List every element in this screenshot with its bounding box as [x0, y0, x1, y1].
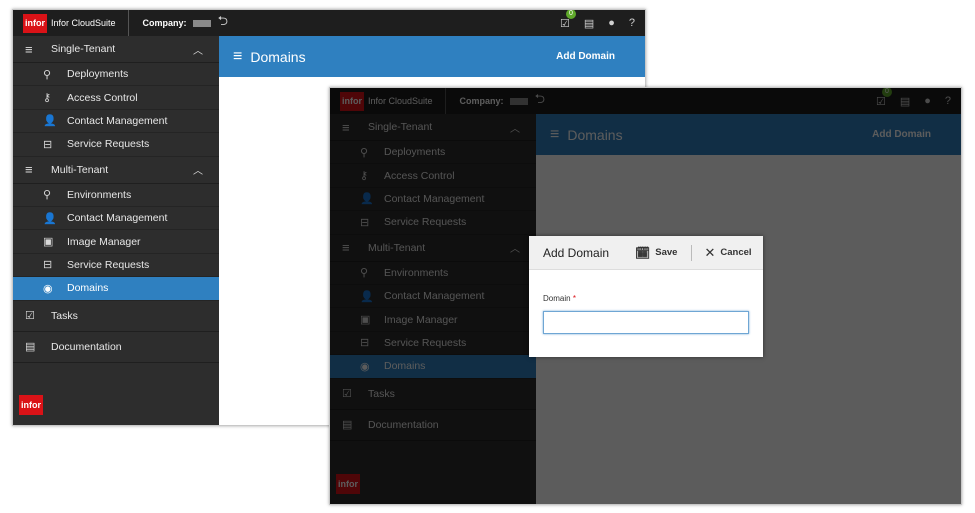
image-icon: ▣ [43, 236, 54, 249]
sidebar-item-image-manager[interactable]: ▣ Image Manager [13, 230, 219, 254]
person-icon: 👤 [43, 115, 57, 128]
required-marker: * [572, 294, 576, 303]
chevron-up-icon[interactable]: ︿ [193, 162, 203, 177]
hamburger-menu-icon[interactable]: ≡ [233, 48, 242, 66]
sidebar-item-service-requests[interactable]: ⊟ Service Requests [13, 133, 219, 157]
dialog-header: Add Domain 🗓 Save ✕ Cancel [529, 236, 763, 270]
help-icon[interactable]: ? [629, 17, 635, 29]
sidebar-item-documentation[interactable]: ▤ Documentation [13, 332, 219, 363]
sidebar-item-environments[interactable]: ⚲ Environments [13, 184, 219, 207]
sidebar-item-label: Environments [67, 188, 132, 201]
app-window-foreground: infor Infor CloudSuite Company: ⮌ ☑0 ▤ ●… [329, 87, 962, 505]
cancel-label: Cancel [720, 247, 752, 258]
chevron-up-icon[interactable]: ︿ [193, 42, 203, 57]
clipboard-icon: ▤ [25, 341, 36, 354]
sidebar-item-label: Access Control [67, 91, 138, 104]
sidebar-item-tasks[interactable]: ☑ Tasks [13, 301, 219, 332]
sidebar-item-label: Image Manager [67, 235, 141, 248]
sidebar-item-access-control[interactable]: ⚷ Access Control [13, 86, 219, 110]
sidebar-item-contact-management[interactable]: 👤 Contact Management [13, 207, 219, 231]
infor-logo[interactable]: infor [23, 13, 47, 33]
menu-icon: ≡ [25, 41, 33, 57]
sidebar-item-domains[interactable]: ◉ Domains [13, 277, 219, 301]
key-icon: ⚷ [43, 92, 52, 105]
notification-badge: 0 [565, 10, 576, 19]
cancel-button[interactable]: ✕ Cancel [704, 245, 751, 261]
domain-label-text: Domain [543, 294, 571, 303]
sidebar-item-deployments[interactable]: ⚲ Deployments [13, 63, 219, 87]
infor-logo-bottom: infor [19, 395, 43, 415]
sidebar-item-service-requests[interactable]: ⊟ Service Requests [13, 254, 219, 278]
sidebar-item-contact-management[interactable]: 👤 Contact Management [13, 110, 219, 134]
add-domain-button[interactable]: Add Domain [556, 51, 615, 62]
checkbox-icon: ☑ [25, 310, 35, 323]
section-label: Multi-Tenant [51, 163, 109, 176]
domain-field-label: Domain * [543, 294, 576, 303]
notifications-icon[interactable]: ☑0 [560, 10, 576, 30]
sidebar-item-label: Contact Management [67, 212, 168, 225]
sidebar-item-label: Deployments [67, 68, 129, 81]
environments-icon: ⚲ [43, 189, 52, 202]
page-header: ≡ Domains Add Domain [219, 36, 645, 77]
company-label: Company: [142, 18, 187, 28]
close-icon: ✕ [704, 244, 716, 260]
user-icon[interactable]: ● [608, 17, 615, 29]
save-label: Save [655, 247, 678, 258]
domain-input[interactable] [543, 311, 749, 334]
company-value-redacted[interactable] [192, 19, 211, 27]
sidebar: ≡ Single-Tenant ︿ ⚲ Deployments ⚷ Access C… [13, 36, 219, 425]
page-title: Domains [250, 48, 306, 65]
dialog-body: Domain * [529, 270, 763, 334]
sidebar-item-label: Service Requests [67, 138, 150, 151]
globe-icon: ◉ [43, 282, 53, 295]
sidebar-item-label: Documentation [51, 340, 122, 353]
briefcase-icon: ⊟ [43, 259, 53, 272]
save-icon: 🗓 [635, 245, 651, 260]
sidebar-item-label: Contact Management [67, 114, 168, 127]
top-bar: infor Infor CloudSuite Company: ⮌ ☑0 ▤ ●… [13, 10, 645, 36]
sidebar-item-label: Service Requests [67, 258, 150, 271]
sidebar-item-label: Domains [67, 282, 109, 295]
sidebar-item-label: Tasks [51, 309, 78, 322]
add-domain-dialog: Add Domain 🗓 Save ✕ Cancel Domain * [529, 236, 763, 357]
sidebar-section-multi-tenant[interactable]: ≡ Multi-Tenant ︿ [13, 157, 219, 184]
divider [691, 244, 693, 261]
section-label: Single-Tenant [51, 43, 116, 55]
menu-icon: ≡ [25, 162, 33, 178]
sidebar-section-single-tenant[interactable]: ≡ Single-Tenant ︿ [13, 36, 219, 63]
dialog-title: Add Domain [543, 245, 610, 260]
switch-company-icon[interactable]: ⮌ [218, 12, 228, 34]
briefcase-icon: ⊟ [43, 138, 53, 151]
person-icon: 👤 [43, 212, 57, 225]
deployments-icon: ⚲ [43, 68, 52, 81]
messages-icon[interactable]: ▤ [584, 17, 594, 30]
save-button[interactable]: 🗓 Save [635, 246, 677, 260]
brand-name: Infor CloudSuite [51, 10, 129, 36]
